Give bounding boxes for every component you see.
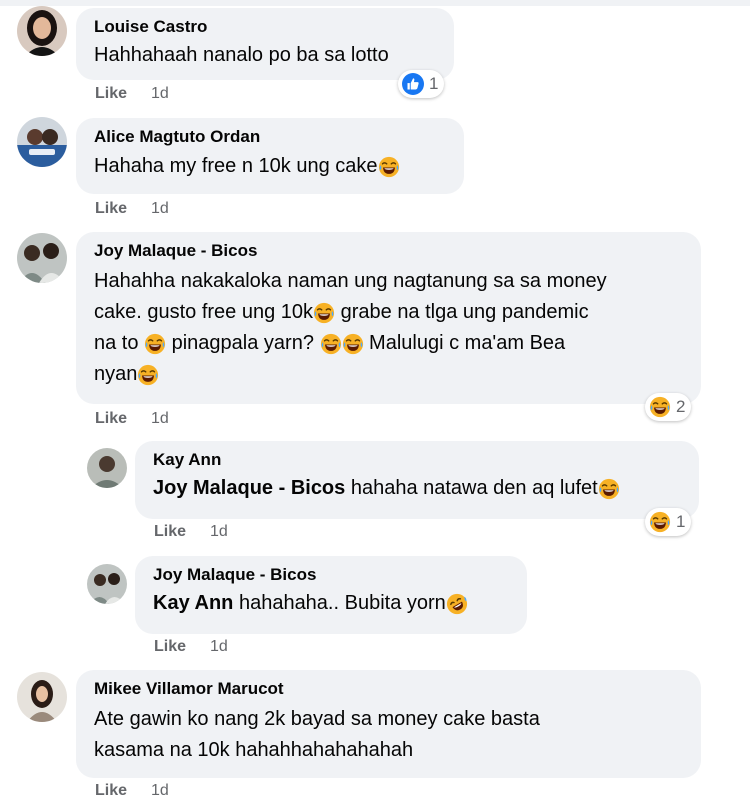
like-button[interactable]: Like [154, 638, 186, 655]
comment-text-line: na to [94, 332, 145, 354]
reaction-count[interactable]: 2 [645, 393, 692, 421]
comment-bubble: Joy Malaque - Bicos Hahahha nakakaloka n… [76, 232, 701, 404]
like-reaction-icon [402, 73, 424, 95]
haha-reaction-icon [649, 511, 671, 533]
rofl-emoji [446, 593, 468, 615]
laughing-tears-emoji [144, 333, 166, 355]
like-button[interactable]: Like [154, 523, 186, 540]
comment-text-line: Ate gawin ko nang 2k bayad sa money cake… [94, 708, 540, 730]
comment-author[interactable]: Louise Castro [94, 16, 438, 38]
like-button[interactable]: Like [95, 85, 127, 102]
laughing-tears-emoji [320, 333, 342, 355]
top-divider [0, 0, 750, 6]
avatar[interactable] [17, 117, 67, 167]
reaction-count[interactable]: 1 [645, 508, 692, 536]
laughing-tears-emoji [378, 156, 400, 178]
comment-text-content: hahahaha.. Bubita yorn [233, 592, 446, 614]
comment-actions: Like 1d [95, 410, 169, 428]
comment-author[interactable]: Joy Malaque - Bicos [94, 240, 685, 262]
comment-actions: Like 1d [95, 85, 169, 103]
like-button[interactable]: Like [95, 200, 127, 217]
comment-actions: Like 1d [154, 638, 228, 656]
comment-text: Ate gawin ko nang 2k bayad sa money cake… [94, 704, 685, 766]
comment-text-content: Hahaha my free n 10k ung cake [94, 155, 378, 177]
laughing-tears-emoji [342, 333, 364, 355]
like-button[interactable]: Like [95, 410, 127, 427]
comment-author[interactable]: Joy Malaque - Bicos [153, 564, 511, 586]
comment-text: Joy Malaque - Bicos hahaha natawa den aq… [153, 473, 683, 504]
comment-author[interactable]: Mikee Villamor Marucot [94, 678, 685, 700]
reply-bubble: Joy Malaque - Bicos Kay Ann hahahaha.. B… [135, 556, 527, 634]
timestamp[interactable]: 1d [151, 782, 169, 799]
comment-text-line: kasama na 10k hahahhahahahahah [94, 739, 414, 761]
comment-actions: Like 1d [154, 523, 228, 541]
timestamp[interactable]: 1d [210, 638, 228, 655]
timestamp[interactable]: 1d [151, 85, 169, 102]
mention-link[interactable]: Joy Malaque - Bicos [153, 477, 345, 499]
comment-actions: Like 1d [95, 200, 169, 218]
reaction-count-value: 1 [676, 512, 686, 531]
comment-text: Hahhahaah nanalo po ba sa lotto [94, 44, 389, 66]
reply-bubble: Kay Ann Joy Malaque - Bicos hahaha nataw… [135, 441, 699, 519]
comment-text-line: Malulugi c ma'am Bea [363, 332, 566, 354]
laughing-tears-emoji [598, 478, 620, 500]
comment-author[interactable]: Alice Magtuto Ordan [94, 126, 448, 148]
mention-link[interactable]: Kay Ann [153, 592, 233, 614]
haha-reaction-icon [649, 396, 671, 418]
comment-actions: Like 1d [95, 782, 169, 800]
comment-text-line: grabe na tlga ung pandemic [335, 301, 589, 323]
avatar[interactable] [87, 448, 127, 488]
comment-text: Hahaha my free n 10k ung cake [94, 151, 448, 182]
comment-text: Hahahha nakakaloka naman ung nagtanung s… [94, 266, 685, 390]
comment-text-line: nyan [94, 363, 138, 385]
comment-text: Kay Ann hahahaha.. Bubita yorn [153, 588, 511, 619]
laughing-tears-emoji [313, 302, 335, 324]
avatar[interactable] [87, 564, 127, 604]
comment-bubble: Louise Castro Hahhahaah nanalo po ba sa … [76, 8, 454, 80]
comment-bubble: Alice Magtuto Ordan Hahaha my free n 10k… [76, 118, 464, 194]
like-button[interactable]: Like [95, 782, 127, 799]
timestamp[interactable]: 1d [151, 200, 169, 217]
comment-author[interactable]: Kay Ann [153, 449, 683, 471]
comment-text-line: pinagpala yarn? [166, 332, 320, 354]
avatar[interactable] [17, 6, 67, 56]
laughing-tears-emoji [137, 364, 159, 386]
reaction-count[interactable]: 1 [398, 70, 445, 98]
reaction-count-value: 1 [429, 74, 439, 93]
avatar[interactable] [17, 233, 67, 283]
avatar[interactable] [17, 672, 67, 722]
timestamp[interactable]: 1d [210, 523, 228, 540]
comment-text-line: Hahahha nakakaloka naman ung nagtanung s… [94, 270, 607, 292]
timestamp[interactable]: 1d [151, 410, 169, 427]
comment-bubble: Mikee Villamor Marucot Ate gawin ko nang… [76, 670, 701, 778]
comment-text-line: cake. gusto free ung 10k [94, 301, 314, 323]
reaction-count-value: 2 [676, 397, 686, 416]
comment-text-content: hahaha natawa den aq lufet [345, 477, 598, 499]
